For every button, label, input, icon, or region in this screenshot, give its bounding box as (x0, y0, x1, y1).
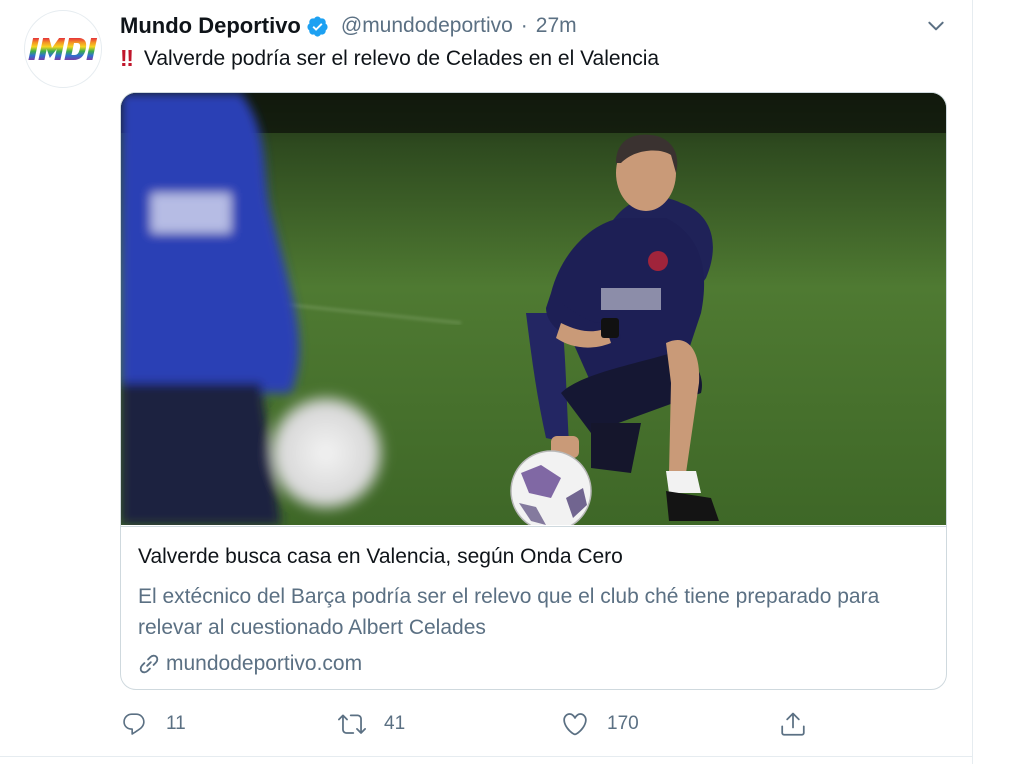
link-icon (138, 653, 160, 675)
reply-count: 11 (166, 713, 186, 734)
tweet-header: Mundo Deportivo @mundodeportivo · 27m (120, 12, 577, 40)
verified-badge-icon (307, 15, 328, 37)
mundo-deportivo-logo-icon (28, 38, 98, 60)
avatar[interactable] (24, 10, 102, 88)
share-icon (779, 710, 807, 738)
retweet-icon (338, 710, 366, 738)
separator-dot: · (520, 14, 528, 37)
tweet-divider (0, 756, 972, 757)
timeline-border (972, 0, 973, 764)
reply-button[interactable]: 11 (120, 706, 186, 742)
card-photo (121, 93, 946, 525)
card-image[interactable] (121, 93, 946, 525)
tweet-text: ‼ Valverde podría ser el relevo de Celad… (120, 45, 659, 72)
share-button[interactable] (779, 706, 807, 742)
card-domain-text: mundodeportivo.com (166, 652, 363, 675)
card-body[interactable]: Valverde busca casa en Valencia, según O… (121, 526, 946, 689)
like-icon (561, 710, 589, 738)
author-name[interactable]: Mundo Deportivo (120, 13, 301, 39)
reply-icon (120, 710, 148, 738)
chevron-down-icon (928, 21, 944, 31)
timestamp[interactable]: 27m (536, 14, 577, 38)
author-handle[interactable]: @mundodeportivo (341, 14, 513, 38)
retweet-button[interactable]: 41 (338, 706, 405, 742)
card-description: El extécnico del Barça podría ser el rel… (138, 585, 880, 639)
like-count: 170 (607, 713, 639, 734)
tweet[interactable]: Mundo Deportivo @mundodeportivo · 27m ‼ … (0, 0, 972, 756)
tweet-actions: 11 41 170 (120, 706, 840, 742)
more-options-button[interactable] (922, 12, 950, 40)
like-button[interactable]: 170 (561, 706, 639, 742)
double-exclamation-emoji: ‼ (120, 45, 134, 71)
card-title: Valverde busca casa en Valencia, según O… (138, 545, 623, 568)
card-domain: mundodeportivo.com (138, 652, 362, 676)
tweet-text-content: Valverde podría ser el relevo de Celades… (143, 46, 660, 70)
link-card[interactable]: Valverde busca casa en Valencia, según O… (120, 92, 947, 690)
retweet-count: 41 (384, 713, 406, 734)
